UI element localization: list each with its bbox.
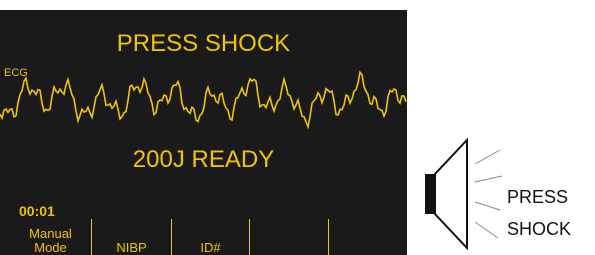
softkey-label: NIBP	[116, 240, 147, 255]
softkey-id[interactable]: ID#	[172, 219, 250, 255]
softkey-nibp[interactable]: NIBP	[92, 219, 172, 255]
voice-prompt-line1: PRESS	[507, 187, 569, 207]
ecg-waveform	[0, 70, 407, 130]
press-shock-prompt: PRESS SHOCK	[116, 30, 291, 57]
elapsed-time: 00:01	[19, 203, 55, 219]
energy-ready-prompt: 200J READY	[132, 146, 275, 173]
softkey-manual-mode[interactable]: Manual Mode	[10, 219, 92, 255]
defibrillator-monitor-screen: PRESS SHOCK ECG 200J READY 00:01 Manual …	[0, 10, 407, 255]
softkey-bar: Manual Mode NIBP ID#	[10, 219, 407, 255]
speaker-icon	[425, 137, 503, 250]
voice-prompt-line2: SHOCK	[507, 219, 572, 239]
softkey-label: ID#	[200, 240, 221, 255]
softkey-4[interactable]	[250, 219, 329, 255]
softkey-5[interactable]	[329, 219, 407, 255]
softkey-label: Manual Mode	[29, 226, 72, 255]
